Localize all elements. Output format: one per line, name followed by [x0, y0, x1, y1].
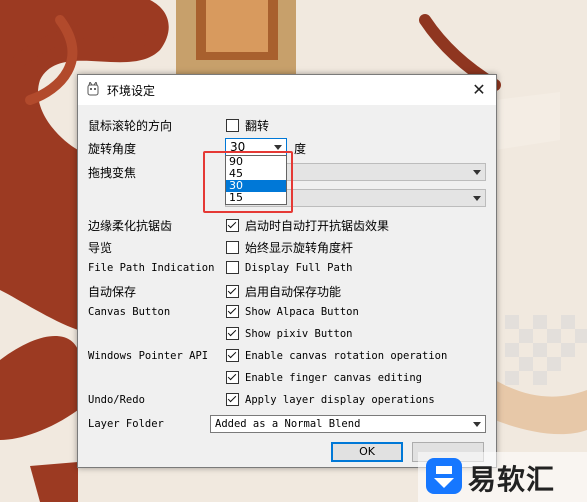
alpaca-button-checkbox[interactable]	[226, 305, 239, 318]
full-path-text: Display Full Path	[245, 261, 353, 274]
canvas-rotation-checkbox-row[interactable]: Enable canvas rotation operation	[226, 349, 447, 362]
finger-editing-text: Enable finger canvas editing	[245, 371, 423, 384]
flip-scroll-checkbox-row[interactable]: 翻转	[226, 117, 269, 134]
canvas-button-label: Canvas Button	[88, 306, 171, 318]
pixiv-button-text: Show pixiv Button	[245, 327, 353, 340]
window-title: 环境设定	[107, 84, 156, 98]
alpaca-button-text: Show Alpaca Button	[245, 305, 359, 318]
antialias-label: 边缘柔化抗锯齿	[88, 219, 173, 233]
watermark-logo-icon	[426, 458, 462, 494]
guide-label: 导览	[88, 241, 113, 255]
file-path-label: File Path Indication	[88, 262, 215, 274]
pointer-api-label: Windows Pointer API	[88, 350, 209, 362]
layer-display-checkbox[interactable]	[226, 393, 239, 406]
scroll-direction-label: 鼠标滚轮的方向	[88, 119, 173, 133]
layer-folder-label: Layer Folder	[88, 418, 164, 430]
alpaca-button-checkbox-row[interactable]: Show Alpaca Button	[226, 305, 359, 318]
rotation-bar-text: 始终显示旋转角度杆	[245, 241, 354, 255]
rotation-angle-label: 旋转角度	[88, 142, 137, 156]
rotation-bar-checkbox[interactable]	[226, 241, 239, 254]
rotation-angle-select[interactable]: 30	[225, 138, 287, 156]
chevron-down-icon	[473, 196, 481, 201]
finger-editing-checkbox-row[interactable]: Enable finger canvas editing	[226, 371, 422, 384]
layer-display-checkbox-row[interactable]: Apply layer display operations	[226, 393, 435, 406]
flip-scroll-checkbox[interactable]	[226, 119, 239, 132]
watermark: 易软汇	[418, 452, 587, 502]
chevron-down-icon	[473, 170, 481, 175]
watermark-text: 易软汇	[468, 463, 556, 496]
layer-folder-value: Added as a Normal Blend	[215, 418, 361, 430]
ok-button[interactable]: OK	[331, 442, 403, 462]
canvas-rotation-checkbox[interactable]	[226, 349, 239, 362]
undo-redo-label: Undo/Redo	[88, 394, 145, 406]
autosave-text: 启用自动保存功能	[245, 285, 342, 299]
autosave-checkbox[interactable]	[226, 285, 239, 298]
close-icon[interactable]: ✕	[462, 75, 496, 105]
title-bar[interactable]: 环境设定 ✕	[78, 75, 496, 105]
full-path-checkbox[interactable]	[226, 261, 239, 274]
autosave-checkbox-row[interactable]: 启用自动保存功能	[226, 283, 341, 300]
antialias-checkbox-row[interactable]: 启动时自动打开抗锯齿效果	[226, 217, 389, 234]
chevron-down-icon	[274, 145, 282, 150]
rotation-angle-value: 30	[230, 140, 246, 154]
canvas-rotation-text: Enable canvas rotation operation	[245, 349, 448, 362]
full-path-checkbox-row[interactable]: Display Full Path	[226, 261, 352, 274]
autosave-label: 自动保存	[88, 285, 137, 299]
alpaca-app-icon	[87, 82, 99, 96]
flip-scroll-text: 翻转	[245, 119, 270, 133]
chevron-down-icon	[473, 422, 481, 427]
preferences-dialog: 环境设定 ✕ 鼠标滚轮的方向 翻转 旋转角度 30 度 拖拽变焦 90 45 3…	[77, 74, 497, 468]
rotation-bar-checkbox-row[interactable]: 始终显示旋转角度杆	[226, 239, 353, 256]
layer-display-text: Apply layer display operations	[245, 393, 435, 406]
rotation-unit-label: 度	[294, 142, 307, 156]
finger-editing-checkbox[interactable]	[226, 371, 239, 384]
layer-folder-select[interactable]: Added as a Normal Blend	[210, 415, 486, 433]
pixiv-button-checkbox[interactable]	[226, 327, 239, 340]
rotation-angle-dropdown-list[interactable]: 90 45 30 15	[225, 155, 287, 205]
antialias-text: 启动时自动打开抗锯齿效果	[245, 219, 390, 233]
pixiv-button-checkbox-row[interactable]: Show pixiv Button	[226, 327, 352, 340]
antialias-checkbox[interactable]	[226, 219, 239, 232]
drag-zoom-label: 拖拽变焦	[88, 166, 137, 180]
dropdown-option[interactable]: 15	[226, 192, 286, 204]
